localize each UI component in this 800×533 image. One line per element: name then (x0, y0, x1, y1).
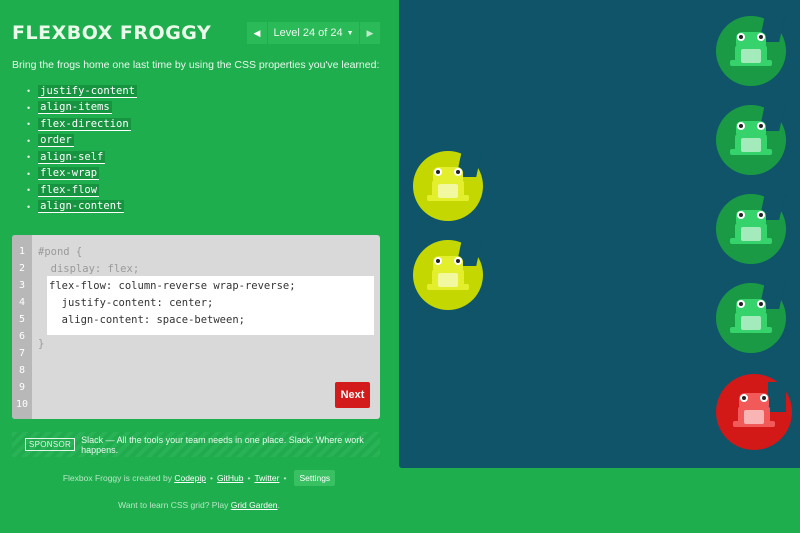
line-number: 7 (18, 348, 26, 359)
list-item: • align-items (27, 101, 112, 115)
credits-line: Flexbox Froggy is created by Codepip • G… (0, 470, 398, 486)
css-editor: 1 2 3 4 5 6 7 8 9 10 #pond { display: fl… (12, 235, 380, 419)
line-number: 8 (18, 365, 26, 376)
line-number: 4 (18, 297, 26, 308)
frog-icon (716, 105, 786, 175)
triangle-right-icon: ▶ (366, 27, 374, 38)
property-link[interactable]: align-content (38, 200, 125, 214)
caret-down-icon: ▼ (346, 29, 354, 37)
property-link[interactable]: flex-flow (38, 183, 100, 197)
line-number: 1 (18, 246, 26, 257)
level-label: Level 24 of 24 (273, 27, 343, 39)
previous-level-button[interactable]: ◀ (247, 22, 267, 44)
property-link[interactable]: flex-direction (38, 117, 131, 131)
list-item: • justify-content (27, 84, 137, 98)
property-list: • justify-content • align-items • flex-dire… (27, 83, 137, 215)
answer-line: align-content: space-between; (49, 314, 245, 326)
github-link[interactable]: GitHub (217, 473, 243, 483)
next-button[interactable]: Next (335, 382, 370, 408)
list-item: • align-self (27, 150, 106, 164)
frog-icon (413, 240, 483, 310)
line-number-gutter: 1 2 3 4 5 6 7 8 9 10 (12, 235, 32, 419)
settings-button[interactable]: Settings (294, 470, 336, 486)
frog-icon (413, 151, 483, 221)
code-line: } (38, 338, 45, 350)
list-item: • align-content (27, 200, 125, 214)
grid-garden-link[interactable]: Grid Garden (231, 500, 278, 510)
line-number: 2 (18, 263, 26, 274)
instructions-text: Bring the frogs home one last time by us… (12, 59, 380, 71)
property-link[interactable]: align-items (38, 101, 112, 115)
frog-icon (716, 283, 786, 353)
list-item: • flex-direction (27, 117, 131, 131)
answer-line: justify-content: center; (49, 297, 214, 309)
triangle-left-icon: ◀ (253, 27, 261, 38)
level-navigation: ◀ Level 24 of 24 ▼ ▶ (247, 22, 380, 44)
sponsor-tag: SPONSOR (25, 438, 76, 451)
level-dropdown[interactable]: Level 24 of 24 ▼ (268, 22, 359, 44)
answer-line: flex-flow: column-reverse wrap-reverse; (49, 280, 296, 292)
property-link[interactable]: align-self (38, 150, 106, 164)
list-item: • flex-flow (27, 183, 100, 197)
sidebar: FLEXBOX FROGGY ◀ Level 24 of 24 ▼ ▶ Brin… (0, 0, 398, 533)
frog-icon (719, 377, 789, 447)
code-line: display: flex; (38, 263, 140, 275)
pond (399, 0, 800, 468)
property-link[interactable]: justify-content (38, 84, 137, 98)
codepip-link[interactable]: Codepip (174, 473, 206, 483)
twitter-link[interactable]: Twitter (254, 473, 279, 483)
frog-icon (716, 194, 786, 264)
credits-text: Flexbox Froggy is created by (62, 473, 175, 483)
promo-suffix: . (277, 500, 280, 510)
app-title: FLEXBOX FROGGY (12, 22, 212, 44)
grid-garden-promo: Want to learn CSS grid? Play Grid Garden… (0, 500, 398, 510)
property-link[interactable]: flex-wrap (38, 167, 100, 181)
answer-textarea[interactable]: flex-flow: column-reverse wrap-reverse; … (47, 276, 374, 335)
line-number: 10 (15, 399, 29, 410)
line-number: 5 (18, 314, 26, 325)
line-number: 6 (18, 331, 26, 342)
code-line: #pond { (38, 246, 83, 258)
line-number: 9 (18, 382, 26, 393)
frog-icon (716, 16, 786, 86)
sponsor-banner[interactable]: SPONSOR Slack — All the tools your team … (12, 432, 380, 457)
promo-text: Want to learn CSS grid? Play (118, 500, 231, 510)
sponsor-text[interactable]: Slack — All the tools your team needs in… (81, 435, 380, 455)
line-number: 3 (18, 280, 26, 291)
list-item: • flex-wrap (27, 167, 100, 181)
list-item: • order (27, 134, 74, 148)
next-level-button[interactable]: ▶ (360, 22, 380, 44)
property-link[interactable]: order (38, 134, 74, 148)
